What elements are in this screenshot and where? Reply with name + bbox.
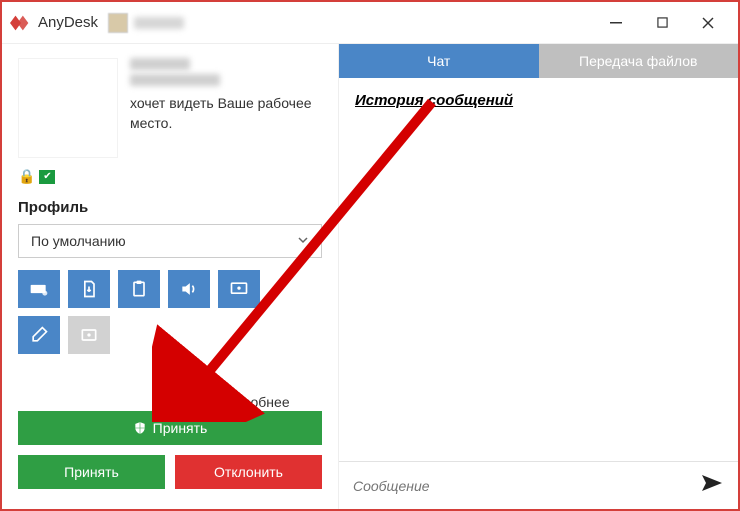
perm-clipboard[interactable]: [118, 270, 160, 308]
chevron-down-icon: [297, 233, 309, 249]
tab-chat[interactable]: Чат: [339, 44, 539, 78]
tab-chat-label: Чат: [427, 53, 450, 69]
requester-name: [130, 58, 190, 70]
message-input[interactable]: [353, 478, 690, 494]
perm-disabled[interactable]: [68, 316, 110, 354]
requester-id: [130, 74, 220, 86]
app-name: AnyDesk: [38, 14, 98, 31]
titlebar-peer-name: [134, 17, 184, 29]
tab-files-label: Передача файлов: [579, 53, 697, 69]
profile-selected-value: По умолчанию: [31, 233, 126, 249]
left-panel: хочет видеть Ваше рабочее место. 🔒 ✔ Про…: [2, 44, 338, 509]
titlebar: AnyDesk: [2, 2, 738, 44]
accept-button[interactable]: Принять: [18, 455, 165, 489]
perm-keyboard[interactable]: [18, 270, 60, 308]
shield-icon: [133, 421, 147, 435]
perm-file-down[interactable]: [68, 270, 110, 308]
close-button[interactable]: [686, 8, 730, 38]
profile-select[interactable]: По умолчанию: [18, 224, 322, 258]
accept-main-button[interactable]: Принять: [18, 411, 322, 445]
tab-files[interactable]: Передача файлов: [539, 44, 739, 78]
history-title: История сообщений: [355, 92, 722, 109]
perm-draw[interactable]: [18, 316, 60, 354]
request-message: хочет видеть Ваше рабочее место.: [130, 94, 322, 133]
minimize-button[interactable]: [594, 8, 638, 38]
send-button[interactable]: [700, 473, 724, 498]
profile-section-title: Профиль: [18, 199, 322, 216]
requester-avatar: [18, 58, 118, 158]
lock-icon: 🔒: [18, 168, 35, 185]
perm-screen[interactable]: [218, 270, 260, 308]
chat-history: История сообщений: [339, 78, 738, 461]
reject-button[interactable]: Отклонить: [175, 455, 322, 489]
verified-icon: ✔: [39, 170, 55, 184]
accept-main-label: Принять: [153, 420, 208, 436]
more-link[interactable]: Подробнее: [217, 394, 290, 410]
request-info: хочет видеть Ваше рабочее место.: [130, 58, 322, 158]
reject-label: Отклонить: [214, 464, 283, 480]
right-panel: Чат Передача файлов История сообщений: [338, 44, 738, 509]
accept-label: Принять: [64, 464, 119, 480]
maximize-button[interactable]: [640, 8, 684, 38]
titlebar-peer-avatar: [108, 13, 128, 33]
send-icon: [700, 473, 724, 493]
anydesk-logo-icon: [10, 12, 32, 34]
perm-audio[interactable]: [168, 270, 210, 308]
permission-grid: [18, 270, 278, 354]
